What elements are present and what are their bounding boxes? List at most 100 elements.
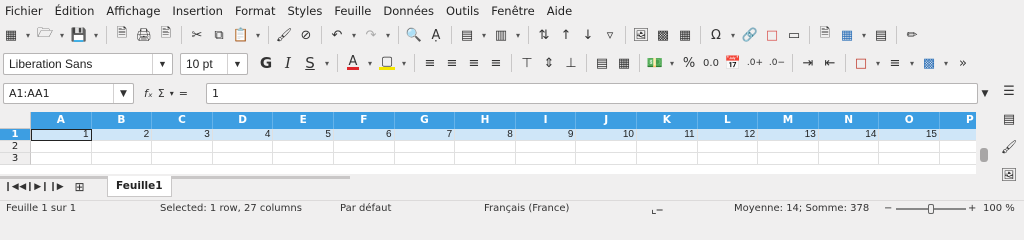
column-header-i[interactable]: I [515,112,577,129]
menu-feuille[interactable]: Feuille [328,0,377,22]
cell-n3[interactable] [818,153,880,165]
cell-i2[interactable] [515,141,577,153]
chevron-down-icon[interactable]: ▾ [858,24,870,46]
cell-j2[interactable] [576,141,637,153]
column-header-b[interactable]: B [91,112,153,129]
horizontal-scrollbar[interactable] [0,176,350,179]
formula-icon[interactable]: = [179,87,188,100]
cell-f1[interactable]: 6 [334,129,395,141]
menu-donnees[interactable]: Données [377,0,440,22]
sort-ascending-icon[interactable]: ↑ [555,24,577,46]
cell-m3[interactable] [758,153,819,165]
cell-g3[interactable] [394,153,456,165]
clear-formatting-icon[interactable]: ⊘ [295,24,317,46]
copy-icon[interactable]: ⧉ [208,24,230,46]
background-color-button[interactable]: ▢ [376,52,398,74]
status-page-style[interactable]: Par défaut [340,201,391,217]
clone-formatting-icon[interactable]: 🖌 [273,24,295,46]
next-sheet-icon[interactable]: ▶❙ [34,177,49,197]
save-icon[interactable]: 💾 [68,24,90,46]
autofilter-icon[interactable]: ▿ [599,24,621,46]
cell-g1[interactable]: 7 [394,129,456,141]
insert-mode-icon[interactable]: ⌞⎯ [651,201,663,217]
align-top-icon[interactable]: ⊤ [516,52,538,74]
paste-icon[interactable]: 📋 [230,24,252,46]
number-format-button[interactable]: 0.0 [700,52,722,74]
cell-e2[interactable] [273,141,334,153]
cell-m1[interactable]: 13 [758,129,819,141]
function-wizard-icon[interactable]: fₓ [144,87,153,100]
column-header-p[interactable]: P [940,112,976,129]
zoom-slider-handle[interactable] [928,204,934,214]
spreadsheet-grid[interactable]: ABCDEFGHIJKLMNOP 1 1 2 3 4 5 6 7 8 9 10 11 12 13 14 15 2… [0,112,976,174]
menu-fenetre[interactable]: Fenêtre [485,0,540,22]
zoom-in-icon[interactable]: + [968,201,976,217]
split-window-icon[interactable]: ▤ [870,24,892,46]
show-draw-functions-icon[interactable]: ✏ [901,24,923,46]
cell-j1[interactable]: 10 [576,129,637,141]
chevron-down-icon[interactable]: ▾ [321,52,333,74]
column-header-a[interactable]: A [31,112,92,129]
row-header-1[interactable]: 1 [0,129,31,141]
cell-c3[interactable] [152,153,213,165]
freeze-rows-columns-icon[interactable]: ▦ [836,24,858,46]
print-icon[interactable]: 🖨 [133,24,155,46]
chevron-down-icon[interactable]: ▾ [22,24,34,46]
sum-icon[interactable]: Σ [158,87,165,100]
more-options-icon[interactable]: » [952,52,974,74]
find-replace-icon[interactable]: 🔍 [403,24,425,46]
font-color-button[interactable]: A [342,52,364,74]
vertical-scrollbar[interactable] [976,112,992,174]
currency-format-icon[interactable]: 💵 [644,52,666,74]
menu-affichage[interactable]: Affichage [100,0,166,22]
cell-h1[interactable]: 8 [455,129,516,141]
cell-e1[interactable]: 5 [273,129,334,141]
cell-n2[interactable] [818,141,880,153]
border-style-icon[interactable]: ≡ [884,52,906,74]
cell-i1[interactable]: 9 [515,129,577,141]
bold-button[interactable]: G [255,52,277,74]
column-header-h[interactable]: H [455,112,516,129]
select-all-corner[interactable] [0,112,31,129]
sort-descending-icon[interactable]: ↓ [577,24,599,46]
menu-format[interactable]: Format [229,0,282,22]
gallery-icon[interactable]: 🖼 [998,164,1020,186]
row-icon[interactable]: ▤ [456,24,478,46]
justify-icon[interactable]: ≡ [485,52,507,74]
column-header-j[interactable]: J [576,112,637,129]
cell-d1[interactable]: 4 [212,129,274,141]
underline-button[interactable]: S [299,52,321,74]
special-character-icon[interactable]: Ω [705,24,727,46]
column-header-c[interactable]: C [152,112,213,129]
delete-decimal-icon[interactable]: .0− [766,52,788,74]
menu-insertion[interactable]: Insertion [166,0,229,22]
cell-l3[interactable] [697,153,759,165]
menu-styles[interactable]: Styles [281,0,328,22]
cut-icon[interactable]: ✂ [186,24,208,46]
chevron-down-icon[interactable]: ▾ [348,24,360,46]
chevron-down-icon[interactable]: ▾ [170,89,174,98]
cell-g2[interactable] [394,141,456,153]
align-right-icon[interactable]: ≡ [463,52,485,74]
add-decimal-icon[interactable]: .0+ [744,52,766,74]
undo-icon[interactable]: ↶ [326,24,348,46]
column-icon[interactable]: ▥ [490,24,512,46]
cell-h3[interactable] [455,153,516,165]
cell-c2[interactable] [152,141,213,153]
comment-icon[interactable]: □ [761,24,783,46]
spelling-icon[interactable]: Ạ [425,24,447,46]
hyperlink-icon[interactable]: 🔗 [739,24,761,46]
cell-k3[interactable] [637,153,698,165]
center-vertically-icon[interactable]: ⇕ [538,52,560,74]
cell-o3[interactable] [879,153,940,165]
align-bottom-icon[interactable]: ⊥ [560,52,582,74]
column-header-f[interactable]: F [334,112,395,129]
cell-b1[interactable]: 2 [91,129,153,141]
row-header-2[interactable]: 2 [0,141,31,153]
cell-k1[interactable]: 11 [637,129,698,141]
wrap-text-icon[interactable]: ▤ [591,52,613,74]
align-center-icon[interactable]: ≡ [441,52,463,74]
chevron-down-icon[interactable]: ▾ [364,52,376,74]
status-language[interactable]: Français (France) [484,201,569,217]
cell-h2[interactable] [455,141,516,153]
